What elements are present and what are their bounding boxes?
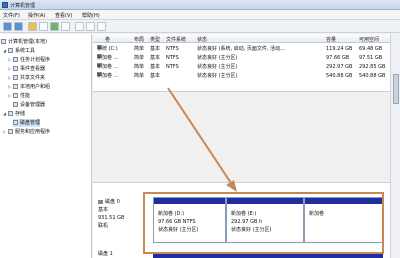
tree-services[interactable]: ▷ 服务和应用程序 <box>3 128 50 136</box>
column-filesystem[interactable]: 文件系统 <box>166 36 186 43</box>
menu-action[interactable]: 操作(A) <box>28 12 45 19</box>
table-row[interactable]: 系统 (C:) 简单 基本 NTFS 状态良好 (系统, 启动, 页面文件, 活… <box>93 45 390 53</box>
window-title: 计算机管理 <box>10 3 36 9</box>
computer-management-window: 计算机管理 文件(F) 操作(A) 查看(V) 帮助(H) 计算机管理(本地) … <box>0 0 400 258</box>
disk0-name: 磁盘 0 <box>105 199 120 205</box>
column-capacity[interactable]: 容量 <box>326 36 336 43</box>
menu-bar: 文件(F) 操作(A) 查看(V) 帮助(H) <box>0 10 400 20</box>
disk-management-icon <box>13 120 18 125</box>
disk0-status: 联机 <box>98 223 109 229</box>
vertical-scrollbar[interactable] <box>390 34 400 258</box>
tree-root[interactable]: 计算机管理(本地) <box>1 38 47 46</box>
table-row[interactable]: 新加卷 ... 简单 基本 NTFS 状态良好 (主分区) 97.66 GB 9… <box>93 54 390 62</box>
column-volume[interactable]: 卷 <box>105 36 110 43</box>
volume-list: 卷 布局 类型 文件系统 状态 容量 可用空间 系统 (C:) 简单 基本 NT… <box>93 34 390 92</box>
disk0-size: 931.51 GB <box>98 215 125 221</box>
disk-icon[interactable] <box>75 22 84 31</box>
table-row[interactable]: 新加卷 ... 简单 基本 状态良好 (主分区) 540.88 GB 540.8… <box>93 72 390 80</box>
rescan-icon[interactable] <box>97 22 106 31</box>
column-free-space[interactable]: 可用空间 <box>359 36 379 43</box>
menu-help[interactable]: 帮助(H) <box>82 12 100 19</box>
forward-icon[interactable] <box>14 22 23 31</box>
refresh-icon[interactable] <box>86 22 95 31</box>
disk0-type: 基本 <box>98 207 109 213</box>
clock-icon <box>13 57 18 62</box>
services-icon <box>8 129 13 134</box>
menu-file[interactable]: 文件(F) <box>3 12 20 19</box>
folder-icon <box>13 75 18 80</box>
navigation-tree: 计算机管理(本地) ◢ 系统工具 ▷ 任务计划程序 ▷ 事件查看器 ▷ 共享文件夹 ▷ 本… <box>0 34 92 258</box>
menu-view[interactable]: 查看(V) <box>55 12 72 19</box>
list-icon[interactable] <box>39 22 48 31</box>
disk1-name: 磁盘 1 <box>98 251 113 257</box>
column-status[interactable]: 状态 <box>197 36 207 43</box>
column-layout[interactable]: 布局 <box>134 36 144 43</box>
column-type[interactable]: 类型 <box>150 36 160 43</box>
volume-list-header: 卷 布局 类型 文件系统 状态 容量 可用空间 <box>93 34 390 43</box>
disk-icon <box>98 199 103 204</box>
tree-disk-management[interactable]: 磁盘管理 <box>13 119 41 127</box>
tree-storage[interactable]: ◢ 存储 <box>3 110 25 118</box>
tree-shared-folders[interactable]: ▷ 共享文件夹 <box>8 74 45 82</box>
table-row[interactable]: 新加卷 ... 简单 基本 NTFS 状态良好 (主分区) 292.97 GB … <box>93 63 390 71</box>
highlight-box <box>143 192 384 254</box>
properties-icon[interactable] <box>61 22 70 31</box>
computer-management-icon <box>2 2 8 8</box>
device-icon <box>13 102 18 107</box>
help-icon[interactable] <box>50 22 59 31</box>
back-icon[interactable] <box>3 22 12 31</box>
title-bar: 计算机管理 <box>0 0 400 10</box>
tree-performance[interactable]: ▷ 性能 <box>8 92 30 100</box>
event-icon <box>13 66 18 71</box>
tree-device-manager[interactable]: 设备管理器 <box>13 101 45 109</box>
scrollbar-thumb[interactable] <box>393 74 399 104</box>
folder-icon[interactable] <box>28 22 37 31</box>
tree-system-tools[interactable]: ◢ 系统工具 <box>3 47 35 55</box>
users-icon <box>13 84 18 89</box>
computer-icon <box>1 39 6 44</box>
toolbar <box>0 20 400 33</box>
tree-task-scheduler[interactable]: ▷ 任务计划程序 <box>8 56 50 64</box>
tree-local-users[interactable]: ▷ 本地用户和组 <box>8 83 50 91</box>
tree-event-viewer[interactable]: ▷ 事件查看器 <box>8 65 45 73</box>
tools-icon <box>8 48 13 53</box>
storage-icon <box>8 111 13 116</box>
disk0-info[interactable]: 磁盘 0 基本 931.51 GB 联机 <box>98 198 124 230</box>
performance-icon <box>13 93 18 98</box>
